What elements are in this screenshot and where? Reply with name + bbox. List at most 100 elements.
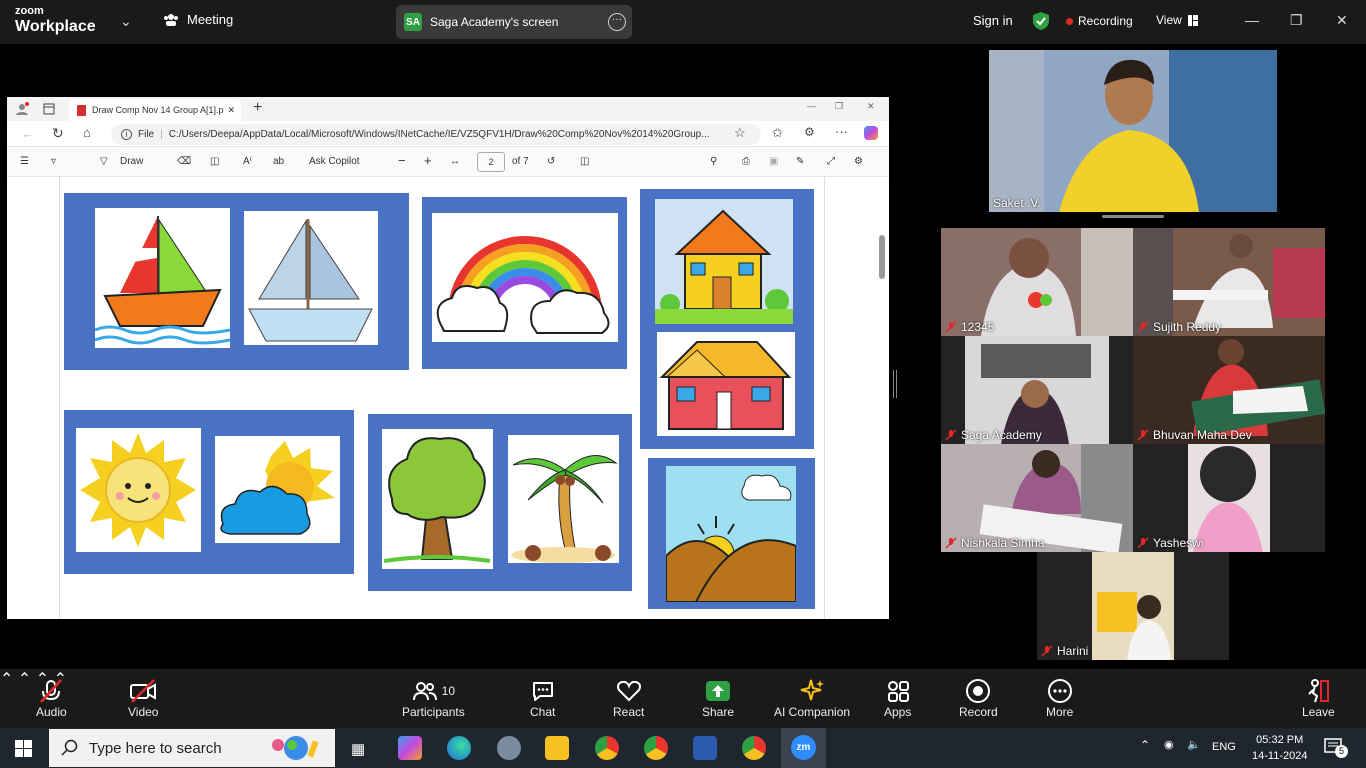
location-icon[interactable]: ◉ (1164, 738, 1174, 751)
word-taskbar-icon[interactable] (693, 736, 717, 760)
task-view-icon[interactable]: ▦ (351, 740, 365, 758)
audio-options-caret[interactable]: ⌃ (0, 671, 13, 688)
pdf-settings-icon[interactable]: ⚙ (854, 156, 863, 167)
gallery-divider-handle[interactable] (1102, 215, 1164, 218)
tray-overflow-icon[interactable]: ⌃ (1140, 738, 1150, 752)
panel-resize-handle[interactable] (893, 370, 897, 398)
taskbar-search-box[interactable]: Type here to search (49, 729, 335, 767)
page-number-input[interactable]: 2 (477, 152, 505, 172)
browser-close-icon[interactable]: ✕ (867, 101, 875, 112)
text-box-icon[interactable]: ◫ (210, 156, 219, 167)
restore-icon[interactable]: ❐ (1290, 12, 1303, 29)
windows-start-icon[interactable] (15, 740, 32, 757)
refresh-icon[interactable]: ↻ (52, 125, 64, 142)
more-button[interactable]: More (1046, 677, 1073, 719)
participant-tile-harini[interactable]: Harini (1037, 552, 1229, 660)
volume-icon[interactable]: 🔈 (1187, 738, 1201, 751)
more-label: More (1046, 705, 1074, 719)
pdf-scrollbar[interactable] (879, 235, 885, 279)
minimize-icon[interactable]: — (1245, 12, 1259, 28)
participant-tile-sujith-reddy[interactable]: Sujith Reddy (1133, 228, 1325, 336)
draw-label[interactable]: Draw (120, 156, 143, 167)
draw-icon[interactable]: ▽ (100, 156, 108, 167)
rotate-icon[interactable]: ↺ (547, 156, 555, 167)
notifications-button[interactable]: 5 (1324, 738, 1348, 761)
copilot-icon[interactable] (864, 126, 878, 140)
recording-indicator[interactable]: Recording (1066, 14, 1133, 28)
extensions-icon[interactable]: ⚙ (804, 125, 815, 139)
pdf-search-icon[interactable]: ⚲ (710, 156, 717, 167)
tab-actions-icon[interactable] (43, 103, 55, 115)
copilot-taskbar-icon[interactable] (398, 736, 422, 760)
chrome-secondary-taskbar-icon[interactable] (742, 736, 766, 760)
new-tab-icon[interactable]: + (253, 99, 262, 117)
back-icon[interactable]: ← (21, 126, 34, 141)
sign-in-link[interactable]: Sign in (973, 13, 1013, 28)
taskbar-clock[interactable]: 05:32 PM 14-11-2024 (1252, 732, 1307, 764)
participants-button[interactable]: 10 Participants (402, 677, 465, 719)
participant-tile-12345[interactable]: 12345 (941, 228, 1133, 336)
chevron-down-icon[interactable]: ⌄ (120, 13, 132, 30)
home-icon[interactable]: ⌂ (83, 125, 91, 140)
browser-restore-icon[interactable]: ❐ (835, 101, 843, 112)
meeting-menu-button[interactable]: Meeting (163, 12, 233, 27)
more-icon (1047, 679, 1072, 703)
pdf-viewer[interactable] (7, 177, 889, 619)
chrome-profile-taskbar-icon[interactable] (644, 736, 668, 760)
edge-taskbar-icon[interactable] (447, 736, 471, 760)
highlight-icon[interactable]: ▿ (51, 156, 56, 167)
video-options-caret[interactable]: ⌃ (18, 671, 31, 688)
audio-label: Audio (36, 705, 67, 719)
settings-more-icon[interactable]: ··· (835, 124, 848, 139)
fullscreen-icon[interactable]: ⤢ (827, 156, 835, 167)
eraser-icon[interactable]: ⌫ (177, 156, 191, 167)
active-speaker-video[interactable]: Saket .V. (989, 50, 1277, 212)
fit-page-icon[interactable]: ↔ (450, 156, 460, 167)
chrome-taskbar-icon[interactable] (595, 736, 619, 760)
video-button[interactable]: Video (128, 677, 158, 719)
zoom-taskbar-button[interactable]: zm (781, 728, 826, 768)
favorite-star-icon[interactable]: ☆ (734, 125, 746, 141)
react-button[interactable]: React (613, 677, 644, 719)
browser-minimize-icon[interactable]: — (807, 101, 816, 111)
drawing-card-trees (368, 414, 632, 591)
address-bar[interactable]: i File | C:/Users/Deepa/AppData/Local/Mi… (111, 124, 761, 145)
chat-button[interactable]: Chat (530, 677, 555, 719)
browser-tab-pdf[interactable]: Draw Comp Nov 14 Group A[1].p ✕ (69, 99, 241, 121)
translate-icon[interactable]: ab (273, 156, 284, 167)
pdf-icon (77, 104, 86, 116)
print-icon[interactable]: ⎙ (742, 156, 750, 167)
read-aloud-icon[interactable]: A⁽ (243, 156, 252, 167)
paint-taskbar-icon[interactable] (497, 736, 521, 760)
favorites-icon[interactable]: ✩ (772, 125, 783, 141)
participants-label: Participants (402, 705, 465, 719)
leave-label: Leave (1302, 705, 1335, 719)
view-button[interactable]: View (1156, 13, 1198, 27)
more-options-icon[interactable]: ··· (608, 13, 626, 31)
viewing-screen-pill[interactable]: SA Saga Academy's screen ··· (396, 5, 632, 39)
file-explorer-taskbar-icon[interactable] (545, 736, 569, 760)
zoom-out-icon[interactable]: − (398, 153, 406, 168)
record-button[interactable]: Record (959, 677, 998, 719)
ai-companion-button[interactable]: AI Companion (774, 677, 850, 719)
profile-icon[interactable] (15, 102, 29, 116)
ask-copilot-button[interactable]: Ask Copilot (309, 156, 360, 167)
apps-button[interactable]: Apps (884, 677, 911, 719)
participant-tile-saga-academy[interactable]: Saga Academy (941, 336, 1133, 444)
page-view-icon[interactable]: ◫ (580, 156, 589, 167)
mic-muted-icon (945, 321, 957, 333)
close-icon[interactable]: ✕ (1336, 12, 1348, 29)
share-button[interactable]: Share (702, 677, 734, 719)
tab-close-icon[interactable]: ✕ (227, 105, 235, 116)
audio-button[interactable]: Audio (36, 677, 67, 719)
participant-tile-bhuvan-maha-dev[interactable]: Bhuvan Maha Dev (1133, 336, 1325, 444)
language-indicator[interactable]: ENG (1212, 741, 1236, 753)
security-shield-icon[interactable] (1032, 11, 1050, 31)
contents-icon[interactable]: ☰ (20, 156, 29, 167)
participant-tile-nishkala-simha[interactable]: Nishkala Simha (941, 444, 1133, 552)
participant-tile-yasheswi[interactable]: Yasheswi (1133, 444, 1325, 552)
save-icon[interactable]: ▣ (769, 156, 778, 167)
save-as-icon[interactable]: ✎ (796, 156, 804, 167)
zoom-in-icon[interactable]: + (424, 153, 432, 168)
leave-button[interactable]: Leave (1302, 677, 1335, 719)
